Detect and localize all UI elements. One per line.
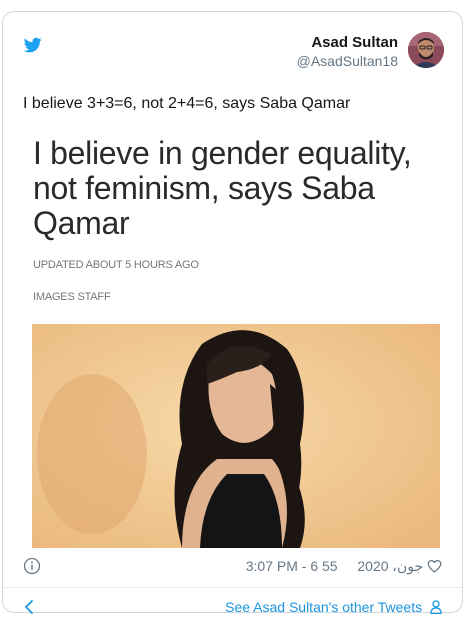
avatar[interactable] [408,32,444,68]
footer-divider [3,587,462,588]
person-icon [430,600,442,614]
article-headline: I believe in gender equality, not femini… [33,135,412,241]
like-count[interactable]: 55 [322,558,338,574]
twitter-bird-icon[interactable] [23,36,43,54]
tweet-text: I believe 3+3=6, not 2+4=6, says Saba Qa… [23,95,351,112]
tweet-author[interactable]: Asad Sultan @AsadSultan18 [297,33,398,70]
article-updated: UPDATED ABOUT 5 HOURS AGO [33,259,199,271]
author-handle[interactable]: @AsadSultan18 [297,52,398,70]
tweet-footer: 3:07 PM - 6 جون، 2020 55 [23,557,442,577]
more-tweets-bar[interactable]: See Asad Sultan's other Tweets [23,596,442,618]
article-photo [32,324,440,548]
portrait-illustration [32,324,440,548]
chevron-left-icon[interactable] [23,599,35,615]
tweet-stats: 3:07 PM - 6 جون، 2020 55 [246,557,442,575]
author-name[interactable]: Asad Sultan [297,33,398,52]
article-byline: IMAGES STAFF [33,291,111,303]
see-other-tweets-label[interactable]: See Asad Sultan's other Tweets [225,599,422,615]
avatar-image [408,32,444,68]
info-icon[interactable] [23,557,41,575]
heart-icon[interactable] [427,559,442,573]
embedded-tweet-card: Asad Sultan @AsadSultan18 I believe 3+3=… [2,11,463,615]
see-other-tweets-link[interactable]: See Asad Sultan's other Tweets [225,598,442,616]
attached-article-image[interactable]: I believe in gender equality, not femini… [23,120,446,552]
